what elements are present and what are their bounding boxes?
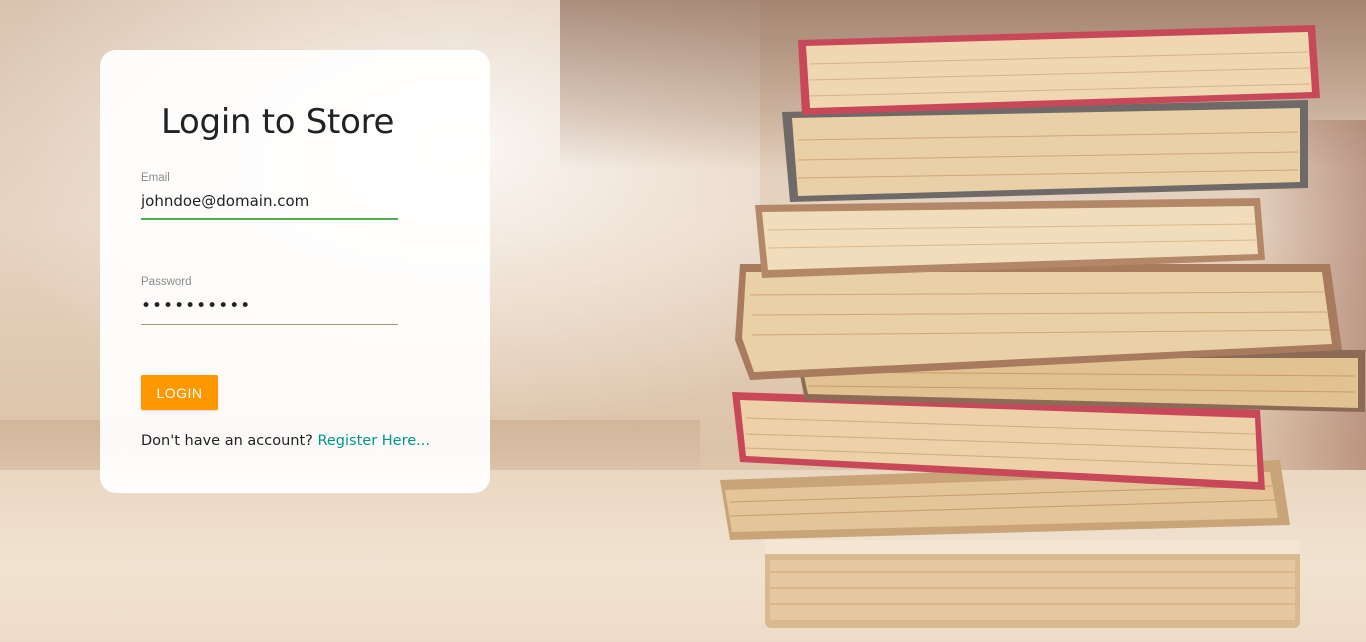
email-field-group: Email [141,172,398,220]
books-stack-image [720,25,1365,628]
register-prompt: Don't have an account? Register Here... [141,433,430,449]
password-input[interactable] [141,296,398,325]
password-label: Password [141,276,192,288]
book-1 [798,25,1320,115]
login-button[interactable]: LOGIN [141,375,218,410]
book-2 [782,100,1308,202]
password-field-group: Password [141,276,398,325]
page-title: Login to Store [161,102,395,142]
email-input[interactable] [141,192,398,220]
register-prompt-text: Don't have an account? [141,433,313,449]
login-card: Login to Store Email Password LOGIN Don'… [100,50,490,493]
login-page: Login to Store Email Password LOGIN Don'… [0,0,1366,642]
book-8 [765,540,1300,628]
email-label: Email [141,172,170,184]
register-link[interactable]: Register Here... [317,433,430,449]
